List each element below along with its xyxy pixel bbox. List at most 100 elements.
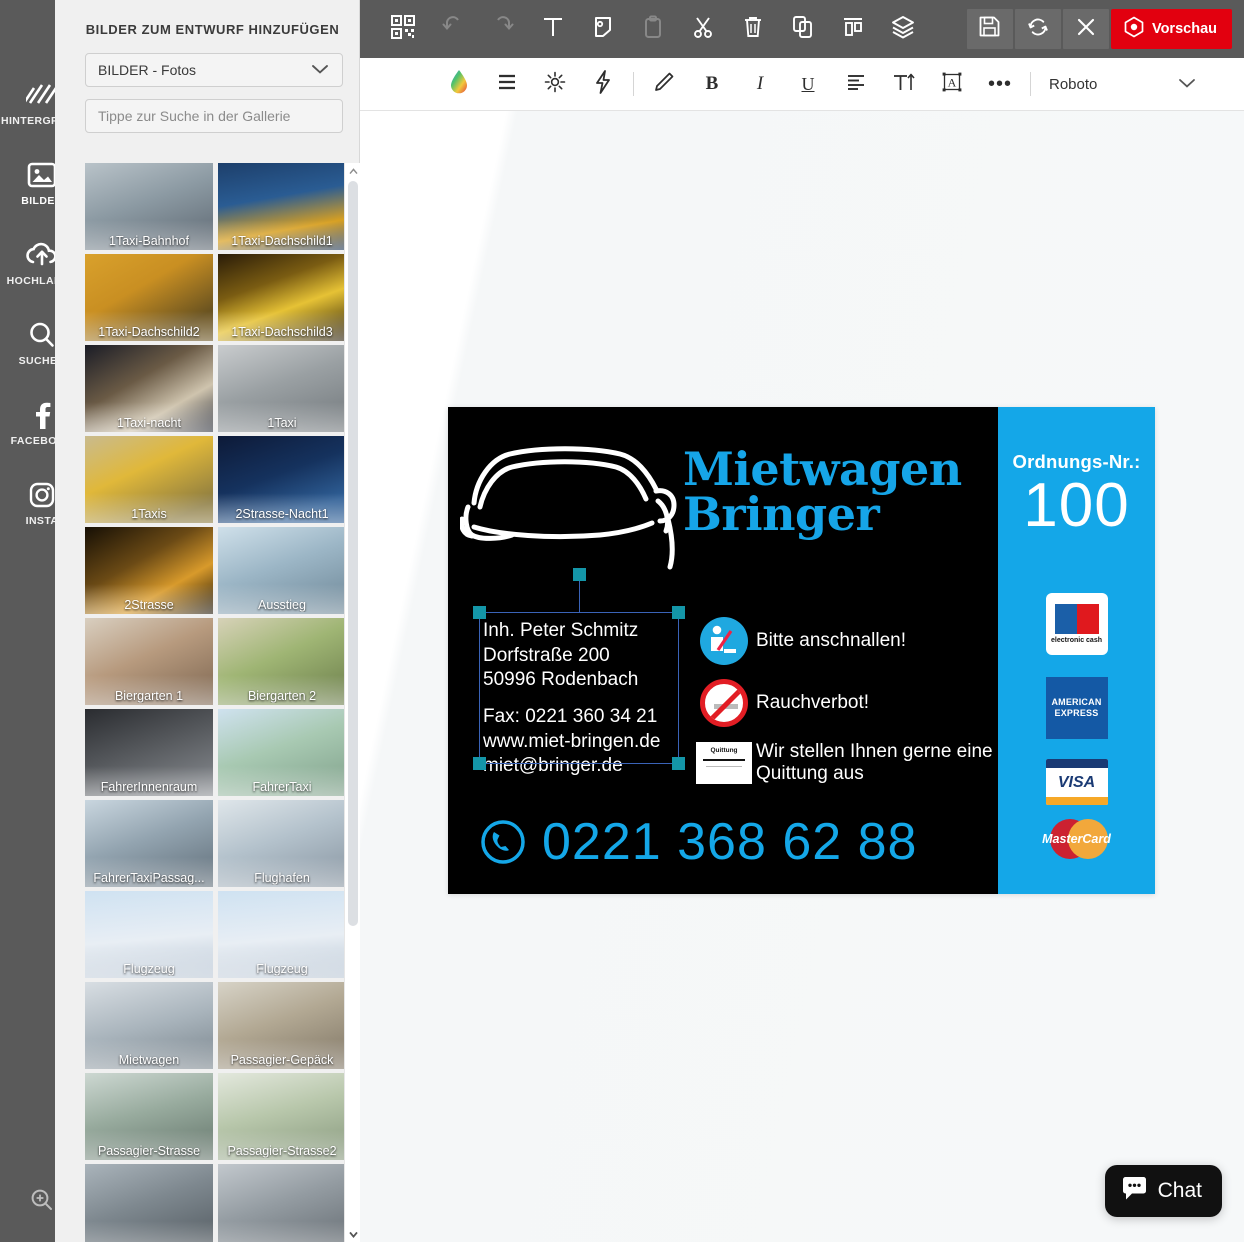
gallery-thumbnail[interactable]: FahrerTaxiPassag... (85, 800, 213, 887)
gallery-scrollbar[interactable] (344, 163, 360, 1242)
thumbnail-label: Passagier-Gepäck (230, 1053, 334, 1067)
italic-button[interactable]: I (736, 63, 784, 105)
gallery-thumbnail[interactable]: Flughafen (218, 800, 346, 887)
thumbnail-overlay (218, 1221, 346, 1242)
text-align-button[interactable] (832, 63, 880, 105)
cut-button[interactable] (678, 5, 728, 53)
font-size-button[interactable] (880, 63, 928, 105)
paste-button[interactable] (628, 5, 678, 53)
layers-button[interactable] (878, 5, 928, 53)
undo-button[interactable] (428, 5, 478, 53)
images-panel: BILDER ZUM ENTWURF HINZUFÜGEN BILDER - F… (55, 0, 360, 1242)
resize-handle-top-right[interactable] (672, 606, 685, 619)
resize-handle-top-left[interactable] (473, 606, 486, 619)
search-placeholder: Tippe zur Suche in der Gallerie (98, 108, 291, 124)
align-button[interactable] (828, 5, 878, 53)
add-text-button[interactable] (528, 5, 578, 53)
more-options-button[interactable]: ••• (976, 63, 1024, 105)
underline-button[interactable]: U (784, 63, 832, 105)
card-phone-number[interactable]: 0221 368 62 88 (478, 812, 917, 872)
thumbnail-label: 1Taxi-nacht (117, 416, 181, 430)
shape-icon (592, 15, 614, 44)
category-dropdown[interactable]: BILDER - Fotos (85, 53, 343, 87)
gallery-thumbnail[interactable]: 1Taxis (85, 436, 213, 523)
redo-button[interactable] (478, 5, 528, 53)
font-family-dropdown[interactable]: Roboto (1049, 76, 1209, 93)
gallery-thumbnail[interactable]: 1Taxi-Dachschild2 (85, 254, 213, 341)
feature-row[interactable]: Bitte anschnallen! (696, 617, 996, 665)
thumbnail-label: FahrerInnenraum (100, 780, 198, 794)
zoom-in-icon (29, 1187, 55, 1218)
duplicate-button[interactable] (778, 5, 828, 53)
layers-icon (891, 15, 915, 44)
card-address-text[interactable]: Inh. Peter Schmitz Dorfstraße 200 50996 … (483, 619, 683, 779)
gallery-thumbnail[interactable]: FahrerInnenraum (85, 709, 213, 796)
pen-edit-button[interactable] (640, 63, 688, 105)
refresh-sync-icon (1027, 16, 1049, 43)
brightness-button[interactable] (531, 63, 579, 105)
qr-code-icon (391, 14, 415, 44)
gallery-thumbnail[interactable]: 1Taxi-nacht (85, 345, 213, 432)
scroll-up-arrow[interactable] (345, 163, 361, 179)
order-number-value: 100 (1023, 471, 1130, 540)
delete-button[interactable] (728, 5, 778, 53)
chat-widget-button[interactable]: Chat (1104, 1165, 1222, 1217)
gallery-thumbnail[interactable]: Biergarten 1 (85, 618, 213, 705)
contact-line: www.miet-bringen.de (483, 730, 661, 752)
gallery-thumbnail[interactable] (218, 1164, 346, 1242)
gallery-thumbnail[interactable]: Passagier-Gepäck (218, 982, 346, 1069)
gallery-thumbnail[interactable]: 2Strasse-Nacht1 (218, 436, 346, 523)
close-button[interactable] (1062, 9, 1109, 49)
thumbnail-grid-scroll[interactable]: 1Taxi-Bahnhof 1Taxi-Dachschild1 1Taxi-Dach… (85, 163, 357, 1242)
pen-edit-icon (653, 71, 675, 98)
scrollbar-thumb[interactable] (348, 181, 358, 926)
scroll-down-arrow[interactable] (345, 1226, 361, 1242)
save-disk-icon (979, 16, 1000, 42)
duplicate-icon (792, 15, 814, 44)
gallery-thumbnail[interactable]: Biergarten 2 (218, 618, 346, 705)
chevron-down-icon (1177, 76, 1197, 93)
design-canvas[interactable]: Mietwagen Bringer Inh. Peter Schmitz Dor… (360, 111, 1244, 1242)
preview-button[interactable]: Vorschau (1110, 9, 1232, 49)
gallery-thumbnail[interactable]: 1Taxi-Bahnhof (85, 163, 213, 250)
gallery-thumbnail[interactable]: 1Taxi (218, 345, 346, 432)
gallery-thumbnail[interactable]: Passagier-Strasse2 (218, 1073, 346, 1160)
bold-button[interactable]: B (688, 63, 736, 105)
business-card-design[interactable]: Mietwagen Bringer Inh. Peter Schmitz Dor… (448, 407, 1155, 894)
feature-row[interactable]: Rauchverbot! (696, 679, 996, 727)
contact-line: Fax: 0221 360 34 21 (483, 706, 658, 728)
panel-title: BILDER ZUM ENTWURF HINZUFÜGEN (85, 22, 340, 37)
thumbnail-label: FahrerTaxi (252, 780, 312, 794)
gallery-thumbnail[interactable]: Flugzeug (218, 891, 346, 978)
gallery-thumbnail[interactable]: 1Taxi-Dachschild1 (218, 163, 346, 250)
gallery-thumbnail[interactable]: 1Taxi-Dachschild3 (218, 254, 346, 341)
card-brand-title[interactable]: Mietwagen Bringer (683, 446, 983, 537)
background-icon (26, 78, 58, 112)
gallery-thumbnail[interactable]: Passagier-Strasse (85, 1073, 213, 1160)
gallery-search-input[interactable]: Tippe zur Suche in der Gallerie (85, 99, 343, 133)
sidebar-label: INSTA (25, 514, 59, 527)
gallery-thumbnail[interactable]: 2Strasse (85, 527, 213, 614)
feature-row[interactable]: Quittung Wir stellen Ihnen gerne eine Qu… (696, 741, 996, 785)
color-picker-button[interactable] (435, 63, 483, 105)
gallery-thumbnail[interactable] (85, 1164, 213, 1242)
gallery-thumbnail[interactable]: Mietwagen (85, 982, 213, 1069)
gallery-thumbnail[interactable]: Ausstieg (218, 527, 346, 614)
gallery-thumbnail[interactable]: FahrerTaxi (218, 709, 346, 796)
effects-button[interactable] (579, 63, 627, 105)
thumbnail-label: Biergarten 2 (247, 689, 317, 703)
car-outline-graphic[interactable] (459, 435, 685, 575)
images-icon (26, 158, 58, 192)
refresh-button[interactable] (1014, 9, 1061, 49)
text-box-button[interactable]: A (928, 63, 976, 105)
no-smoking-icon (696, 679, 752, 727)
toolbar-divider-2 (1030, 72, 1031, 96)
qr-code-button[interactable] (378, 5, 428, 53)
gallery-thumbnail[interactable]: Flugzeug (85, 891, 213, 978)
add-shape-button[interactable] (578, 5, 628, 53)
phone-text: 0221 368 62 88 (542, 813, 918, 871)
save-button[interactable] (966, 9, 1013, 49)
card-main-panel: Mietwagen Bringer Inh. Peter Schmitz Dor… (448, 407, 998, 894)
line-spacing-button[interactable] (483, 63, 531, 105)
thumbnail-label: 1Taxi-Dachschild2 (98, 325, 200, 339)
